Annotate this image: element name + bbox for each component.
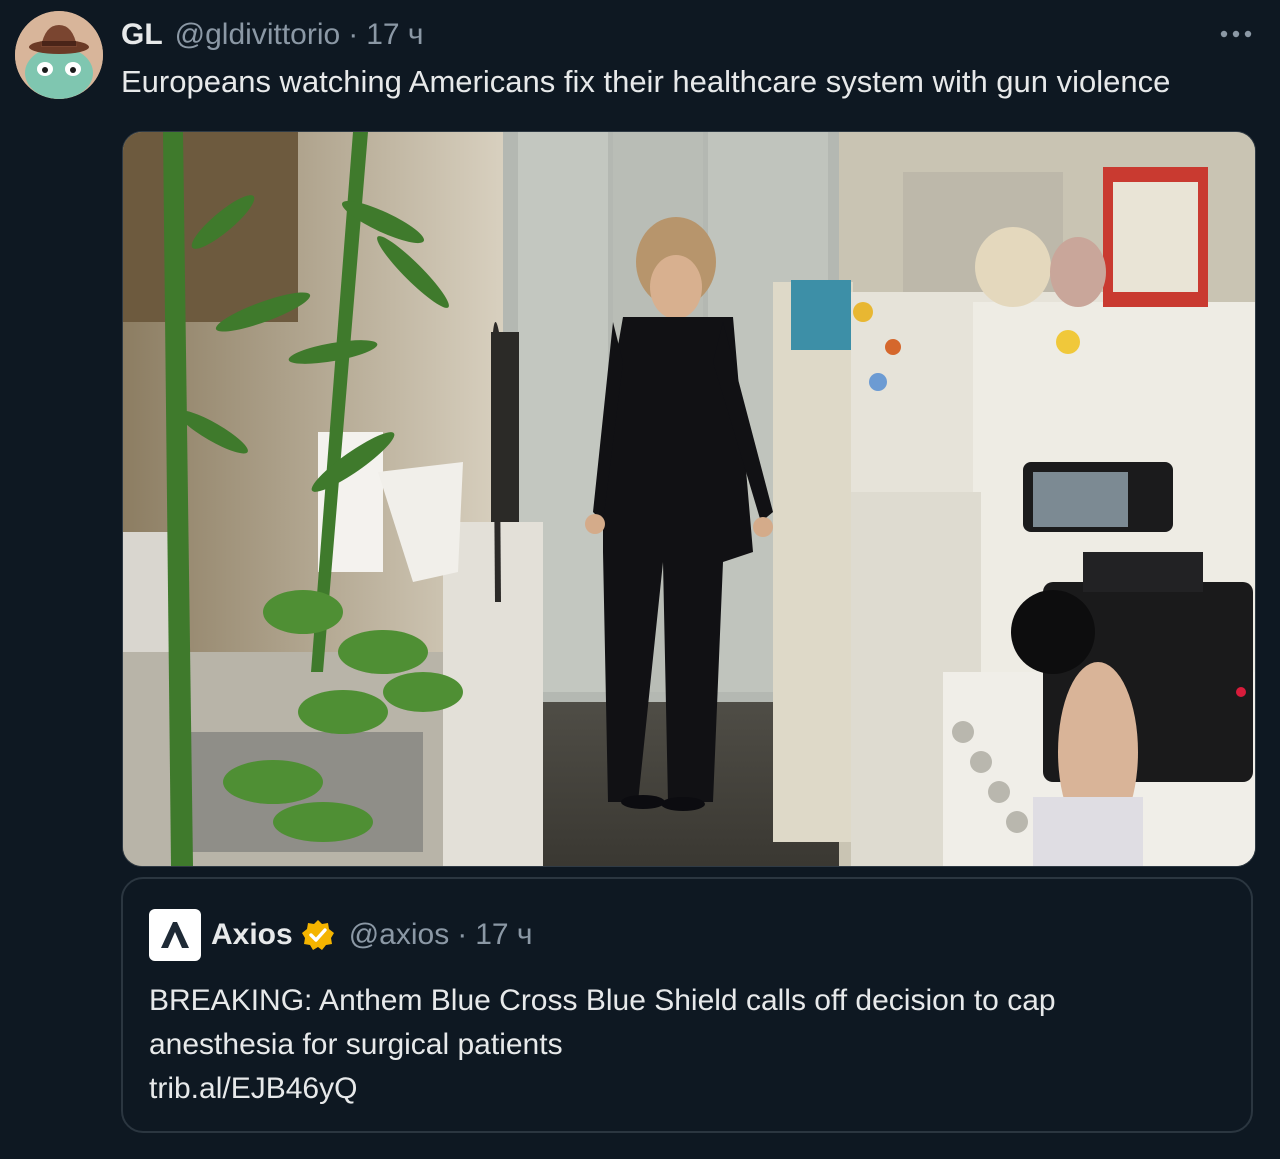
tweet-header: GL @gldivittorio · 17 ч [121, 14, 424, 56]
quoted-tweet[interactable]: Axios @axios · 17 ч BREAKING: Anthem Blu… [121, 877, 1253, 1133]
quoted-text-line: BREAKING: Anthem Blue Cross Blue Shield … [149, 984, 1056, 1017]
quoted-link[interactable]: trib.al/EJB46yQ [149, 1067, 1229, 1111]
quoted-text-line: anesthesia for surgical patients [149, 1028, 563, 1061]
ellipsis-icon [1220, 30, 1252, 38]
avatar-image [15, 11, 103, 99]
quoted-timestamp[interactable]: 17 ч [475, 918, 532, 952]
tweet-photo[interactable] [122, 131, 1256, 867]
quoted-tweet-header: Axios @axios · 17 ч [149, 909, 533, 961]
quoted-display-name[interactable]: Axios [211, 918, 293, 952]
quoted-tweet-text: BREAKING: Anthem Blue Cross Blue Shield … [149, 979, 1229, 1111]
user-avatar[interactable] [15, 11, 103, 99]
tweet: GL @gldivittorio · 17 ч Europeans watchi… [0, 0, 1280, 1159]
quoted-user-handle[interactable]: @axios [349, 918, 450, 952]
axios-logo-icon[interactable] [149, 909, 201, 961]
tweet-text: Europeans watching Americans fix their h… [121, 64, 1171, 99]
display-name[interactable]: GL [121, 18, 163, 52]
user-handle[interactable]: @gldivittorio [175, 18, 341, 52]
more-options-button[interactable] [1208, 16, 1264, 52]
verified-badge-icon [301, 920, 334, 950]
quoted-separator-dot: · [457, 918, 468, 951]
separator-dot: · [348, 18, 359, 51]
kitchen-photo [123, 132, 1255, 866]
axios-logo-mark [161, 922, 189, 948]
tweet-timestamp[interactable]: 17 ч [366, 18, 423, 52]
